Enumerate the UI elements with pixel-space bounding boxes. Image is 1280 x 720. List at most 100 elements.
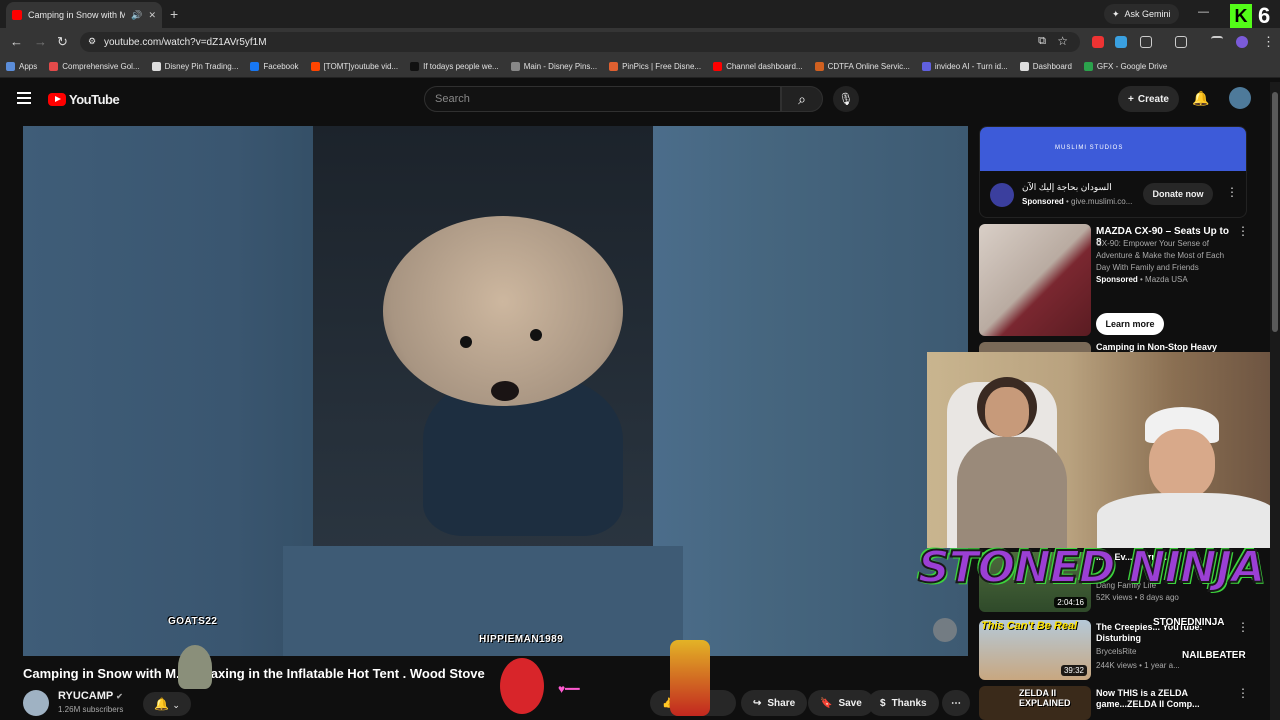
gemini-icon: ✦ <box>1112 8 1120 19</box>
scrollbar-thumb[interactable] <box>1272 92 1278 332</box>
bookmark-item[interactable]: Disney Pin Trading... <box>151 62 238 71</box>
forward-icon[interactable]: → <box>34 34 47 49</box>
bookmark-item[interactable]: CDTFA Online Servic... <box>814 62 910 71</box>
extensions-puzzle-icon[interactable] <box>1140 36 1152 48</box>
bookmark-label: invideo AI - Turn id... <box>934 62 1008 71</box>
bookmark-item[interactable]: If todays people we... <box>410 62 499 71</box>
more-icon: ⋯ <box>951 697 961 709</box>
sidepanel-icon[interactable] <box>1175 36 1187 48</box>
youtube-play-icon <box>48 93 66 106</box>
bookmark-label: Comprehensive Gol... <box>62 62 140 71</box>
youtube-logo[interactable]: YouTube <box>48 92 120 107</box>
bookmark-label: PinPics | Free Disne... <box>622 62 702 71</box>
ad-banner-text: MUSLIMI STUDIOS <box>1055 145 1124 151</box>
dog-eye <box>530 329 542 341</box>
address-bar[interactable]: ⚙ youtube.com/watch?v=dZ1AVr5yf1M ⧉ ☆ <box>80 32 1080 52</box>
rec-thumbnail[interactable]: ZELDA II EXPLAINED <box>979 686 1091 720</box>
bookmark-item[interactable]: Facebook <box>250 62 299 71</box>
ad-menu-icon[interactable]: ⋮ <box>1226 185 1238 199</box>
thanks-button[interactable]: $ Thanks <box>868 690 939 716</box>
speaker-icon[interactable]: 🔊 <box>131 10 142 21</box>
rec-menu-icon[interactable]: ⋮ <box>1237 686 1249 700</box>
youtube-header: YouTube Search ⌕ 🎙 + Create 🔔 <box>0 78 1280 120</box>
close-tab-icon[interactable]: ✕ <box>148 10 156 21</box>
bookmark-favicon-icon <box>814 62 824 71</box>
ironman-sprite <box>670 640 710 716</box>
bookmark-favicon-icon <box>6 62 15 71</box>
extension-icon[interactable] <box>1092 36 1104 48</box>
webcam-person-left <box>957 377 1067 548</box>
install-icon[interactable]: ⧉ <box>1038 35 1046 48</box>
address-url: youtube.com/watch?v=dZ1AVr5yf1M <box>104 36 267 48</box>
bookmark-favicon-icon <box>609 62 619 71</box>
thanks-label: Thanks <box>891 697 927 709</box>
bookmark-item[interactable]: Channel dashboard... <box>713 62 803 71</box>
ask-gemini-button[interactable]: ✦ Ask Gemini <box>1104 4 1179 24</box>
tab-search-icon[interactable] <box>1211 36 1223 44</box>
bookmark-label: Facebook <box>263 62 299 71</box>
recommendation-item[interactable]: ZELDA II EXPLAINED Now THIS is a ZELDA g… <box>979 686 1269 720</box>
bookmark-favicon-icon <box>250 62 260 71</box>
more-actions-button[interactable]: ⋯ <box>942 690 970 716</box>
save-button[interactable]: 🔖 Save <box>808 690 874 716</box>
ufo-sprite <box>178 645 212 689</box>
mazda-thumbnail[interactable] <box>979 224 1091 336</box>
bookmark-item[interactable]: Apps <box>6 62 37 71</box>
site-info-icon[interactable]: ⚙ <box>88 36 96 47</box>
bookmark-favicon-icon <box>1019 62 1029 71</box>
bookmark-favicon-icon <box>510 62 520 71</box>
bookmark-favicon-icon <box>1083 62 1093 71</box>
bookmark-label: [TOMT]youtube vid... <box>323 62 399 71</box>
kick-count: 6 <box>1258 3 1271 28</box>
mazda-desc: CX-90: Empower Your Sense of Adventure &… <box>1096 239 1225 272</box>
browser-menu-icon[interactable]: ⋮ <box>1262 34 1275 50</box>
bookmark-item[interactable]: Comprehensive Gol... <box>49 62 140 71</box>
page-scrollbar[interactable] <box>1270 82 1280 720</box>
back-icon[interactable]: ← <box>10 34 23 49</box>
learn-more-button[interactable]: Learn more <box>1096 313 1164 335</box>
bookmark-item[interactable]: Dashboard <box>1019 62 1072 71</box>
dog-nose <box>491 381 519 401</box>
rec-thumbnail[interactable]: This Can't Be Real 39:32 <box>979 620 1091 680</box>
channel-avatar[interactable] <box>23 690 49 716</box>
create-label: Create <box>1137 93 1169 105</box>
search-input[interactable]: Search <box>424 86 781 112</box>
bookmark-item[interactable]: PinPics | Free Disne... <box>609 62 701 71</box>
profile-icon[interactable] <box>1236 36 1248 48</box>
menu-icon[interactable] <box>17 92 31 104</box>
avatar[interactable] <box>1229 87 1251 109</box>
ad-logo <box>990 183 1014 207</box>
bookmark-star-icon[interactable]: ☆ <box>1057 34 1068 48</box>
minimize-icon[interactable]: — <box>1198 6 1209 18</box>
rec-title[interactable]: Now THIS is a ZELDA game...ZELDA II Comp… <box>1096 688 1231 710</box>
plus-icon: + <box>1128 93 1134 105</box>
share-icon: ↪ <box>753 697 762 709</box>
bookmark-label: If todays people we... <box>423 62 499 71</box>
voice-search-icon[interactable]: 🎙 <box>833 86 859 112</box>
new-tab-icon[interactable]: + <box>170 6 178 22</box>
search-button[interactable]: ⌕ <box>781 86 823 112</box>
mazda-sponsor: Sponsored • Mazda USA <box>1096 275 1188 284</box>
create-button[interactable]: + Create <box>1118 86 1179 112</box>
stream-tag: NAILBEATER <box>1182 650 1246 661</box>
browser-tab[interactable]: Camping in Snow with My 🔊 ✕ <box>6 2 162 28</box>
subscribed-notifications-button[interactable]: 🔔 ⌄ <box>143 692 191 716</box>
bell-icon: 🔔 <box>154 697 170 711</box>
bookmark-item[interactable]: [TOMT]youtube vid... <box>310 62 399 71</box>
video-player[interactable]: GOATS22 HIPPIEMAN1989 <box>23 126 968 656</box>
bookmark-item[interactable]: GFX - Google Drive <box>1083 62 1167 71</box>
rec-menu-icon[interactable]: ⋮ <box>1237 620 1249 634</box>
bookmark-item[interactable]: invideo AI - Turn id... <box>921 62 1008 71</box>
donate-now-button[interactable]: Donate now <box>1143 183 1213 205</box>
notifications-icon[interactable]: 🔔 <box>1192 90 1209 107</box>
bookmark-item[interactable]: Main - Disney Pins... <box>510 62 597 71</box>
share-button[interactable]: ↪ Share <box>741 690 808 716</box>
channel-name[interactable]: RYUCAMP ✔ <box>58 690 123 702</box>
extension-icon[interactable] <box>1115 36 1127 48</box>
youtube-logo-text: YouTube <box>69 92 120 107</box>
reload-icon[interactable]: ↻ <box>57 34 68 50</box>
channel-watermark-icon[interactable] <box>933 618 957 642</box>
sponsored-ad-card[interactable]: MUSLIMI STUDIOS السودان بحاجة إليك الآن … <box>979 126 1247 218</box>
bookmark-favicon-icon <box>49 62 59 71</box>
mazda-menu-icon[interactable]: ⋮ <box>1237 224 1249 238</box>
